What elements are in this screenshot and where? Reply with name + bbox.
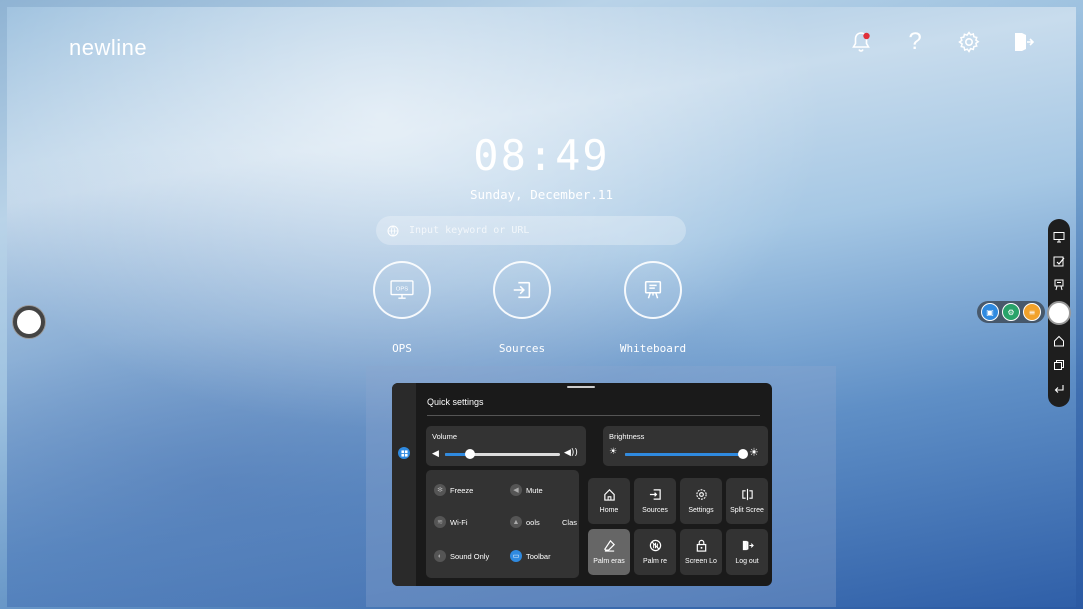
tile-split-screen[interactable]: Split Scree bbox=[726, 478, 768, 524]
search-input[interactable] bbox=[407, 224, 671, 237]
brightness-slider-knob[interactable] bbox=[738, 449, 748, 459]
tile-palm-eraser[interactable]: Palm eras bbox=[588, 529, 630, 575]
whiteboard-icon[interactable] bbox=[624, 261, 682, 319]
sidebar-main-button[interactable] bbox=[1047, 301, 1071, 325]
shortcut-settings-icon[interactable]: ⚙ bbox=[1002, 303, 1020, 321]
quick-settings-rail bbox=[392, 383, 416, 586]
clock-date: Sunday, December.11 bbox=[470, 187, 613, 202]
shortcut-app-icon[interactable]: ▣ bbox=[981, 303, 999, 321]
tools-icon: ▲ bbox=[510, 516, 522, 528]
snowflake-icon: ✻ bbox=[434, 484, 446, 496]
top-toolbar: ? bbox=[848, 28, 1036, 55]
toggle-class[interactable]: Clas bbox=[562, 518, 577, 527]
toggle-freeze[interactable]: ✻ Freeze bbox=[434, 484, 473, 496]
sources-icon bbox=[634, 488, 676, 502]
toggle-wifi[interactable]: ≋ Wi-Fi bbox=[434, 516, 468, 528]
toggle-tools[interactable]: ▲ ools bbox=[510, 516, 540, 528]
sources-icon[interactable] bbox=[493, 261, 551, 319]
tile-sources[interactable]: Sources bbox=[634, 478, 676, 524]
brightness-label: Brightness bbox=[609, 432, 645, 441]
windows-icon[interactable] bbox=[1052, 358, 1066, 372]
home-icon[interactable] bbox=[1052, 334, 1066, 348]
volume-high-icon: ◀)) bbox=[564, 448, 578, 458]
back-icon[interactable] bbox=[1052, 382, 1066, 396]
brightness-low-icon: ☀ bbox=[609, 447, 618, 457]
screen-share-icon[interactable] bbox=[1052, 230, 1066, 244]
ops-icon[interactable]: OPS bbox=[373, 261, 431, 319]
tile-home[interactable]: Home bbox=[588, 478, 630, 524]
volume-slider[interactable] bbox=[445, 449, 560, 459]
app-ops[interactable]: OPS OPS bbox=[352, 261, 452, 355]
apps-grid-icon[interactable] bbox=[398, 447, 410, 459]
toggle-sound-only[interactable]: ◐ Sound Only bbox=[434, 550, 489, 562]
quick-settings-panel: Quick settings Volume ◀ ◀)) Brightness ☀… bbox=[392, 383, 772, 586]
brightness-card: Brightness ☀ ☀ bbox=[603, 426, 768, 466]
clock-time: 08:49 bbox=[473, 131, 610, 180]
mute-icon: ◀ bbox=[510, 484, 522, 496]
brightness-slider-fill bbox=[625, 453, 743, 456]
brightness-slider[interactable] bbox=[625, 449, 748, 459]
whiteboard-icon[interactable] bbox=[1052, 278, 1066, 292]
settings-gear-icon[interactable] bbox=[956, 29, 982, 55]
notification-bell-icon[interactable] bbox=[848, 29, 874, 55]
app-sources[interactable]: Sources bbox=[472, 261, 572, 355]
split-screen-icon bbox=[726, 488, 768, 502]
settings-gear-icon bbox=[680, 488, 722, 502]
wifi-icon: ≋ bbox=[434, 516, 446, 528]
toggles-card: ✻ Freeze ◀ Mute ≋ Wi-Fi ▲ ools Clas ◐ Sound O… bbox=[426, 470, 579, 578]
shortcut-tray: ▣ ⚙ ≡ bbox=[977, 301, 1045, 323]
volume-card: Volume ◀ ◀)) bbox=[426, 426, 586, 466]
palm-reject-icon bbox=[634, 539, 676, 553]
ops-icon-badge: OPS bbox=[396, 286, 409, 292]
tile-log-out[interactable]: Log out bbox=[726, 529, 768, 575]
toggle-toolbar[interactable]: ▭ Toolbar bbox=[510, 550, 551, 562]
brightness-high-icon: ☀ bbox=[749, 446, 759, 459]
panel-drag-handle[interactable] bbox=[567, 386, 595, 388]
volume-slider-knob[interactable] bbox=[465, 449, 475, 459]
help-icon[interactable]: ? bbox=[902, 28, 928, 55]
quick-settings-title: Quick settings bbox=[427, 397, 484, 407]
app-whiteboard[interactable]: Whiteboard bbox=[603, 261, 703, 355]
divider bbox=[427, 415, 760, 416]
eraser-icon bbox=[588, 539, 630, 553]
volume-low-icon: ◀ bbox=[432, 449, 439, 459]
annotate-icon[interactable] bbox=[1052, 254, 1066, 268]
globe-icon bbox=[387, 225, 399, 237]
ear-icon: ◐ bbox=[434, 550, 446, 562]
shortcut-note-icon[interactable]: ≡ bbox=[1023, 303, 1041, 321]
toolbar-icon: ▭ bbox=[510, 550, 522, 562]
tile-screen-lock[interactable]: Screen Lo bbox=[680, 529, 722, 575]
home-icon bbox=[588, 488, 630, 502]
newline-logo: newline bbox=[69, 35, 148, 60]
floating-menu-button[interactable] bbox=[13, 306, 45, 338]
volume-label: Volume bbox=[432, 432, 458, 441]
tile-palm-reject[interactable]: Palm re bbox=[634, 529, 676, 575]
app-label: OPS bbox=[392, 342, 412, 355]
right-sidebar bbox=[1047, 219, 1071, 407]
toggle-mute[interactable]: ◀ Mute bbox=[510, 484, 543, 496]
search-bar[interactable] bbox=[376, 216, 686, 245]
app-label: Sources bbox=[498, 342, 546, 355]
desktop-background: newline ? 08:49 Sunday, December.11 OPS … bbox=[7, 7, 1076, 607]
app-label: Whiteboard bbox=[619, 342, 687, 355]
tile-settings[interactable]: Settings bbox=[680, 478, 722, 524]
lock-icon bbox=[680, 539, 722, 553]
exit-door-icon[interactable] bbox=[1010, 29, 1036, 55]
logout-icon bbox=[726, 539, 768, 553]
